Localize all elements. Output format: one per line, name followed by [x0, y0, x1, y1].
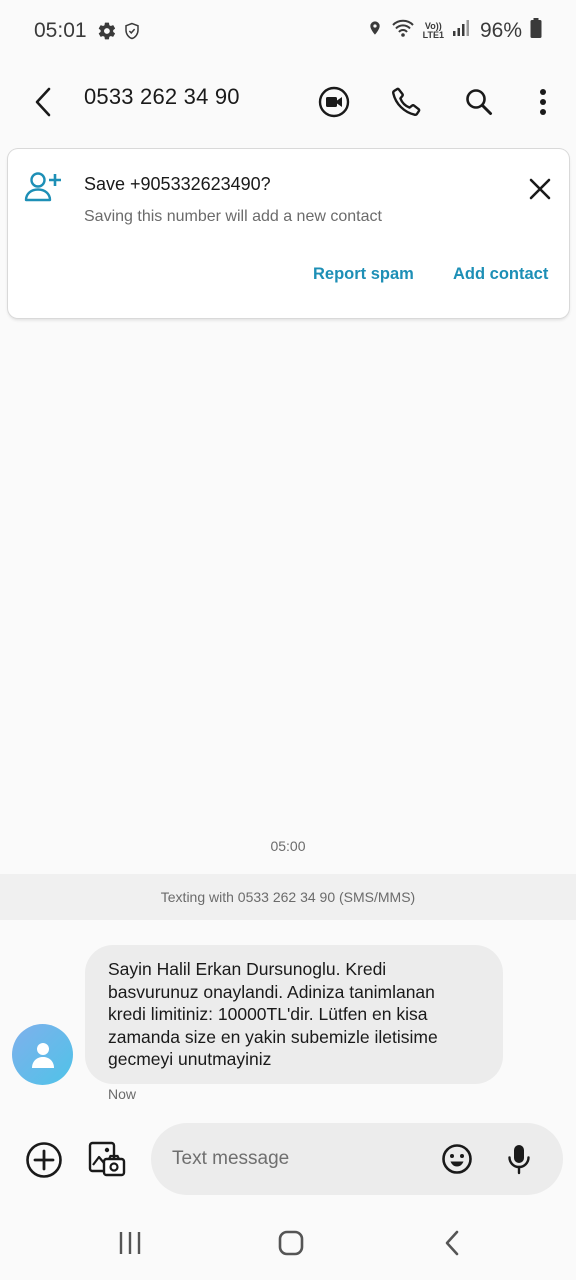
- person-icon: [31, 1042, 54, 1068]
- battery-percent: 96%: [479, 19, 522, 42]
- message-composer: [151, 1123, 563, 1195]
- more-options-button[interactable]: [517, 76, 569, 128]
- emoji-icon: [442, 1144, 472, 1174]
- battery-icon: [530, 18, 542, 44]
- mic-icon: [508, 1145, 530, 1175]
- search-icon: [466, 89, 492, 115]
- report-spam-button[interactable]: Report spam: [313, 265, 414, 284]
- gallery-camera-button[interactable]: [84, 1136, 130, 1182]
- add-contact-button[interactable]: Add contact: [453, 265, 548, 284]
- avatar[interactable]: [12, 1024, 73, 1085]
- message-time: Now: [108, 1086, 137, 1102]
- status-bar: 05:01 Vo)) LTE1 96%: [0, 0, 576, 62]
- add-circle-icon: [26, 1142, 62, 1178]
- close-icon: [529, 178, 551, 200]
- nav-back-icon: [445, 1230, 459, 1256]
- message-line: gecmeyi unutmayiniz: [108, 1049, 272, 1069]
- settings-icon: [97, 21, 117, 41]
- message-line: Sayin Halil Erkan Dursunoglu. Kredi: [108, 959, 387, 979]
- save-contact-card: Save +905332623490? Saving this number w…: [8, 149, 569, 318]
- search-button[interactable]: [453, 76, 505, 128]
- phone-icon: [392, 87, 421, 116]
- save-card-title: Save +905332623490?: [84, 174, 271, 194]
- recent-apps-button[interactable]: [100, 1228, 160, 1258]
- recent-apps-icon: [119, 1232, 141, 1254]
- save-card-subtitle: Saving this number will add a new contac…: [84, 208, 382, 225]
- dismiss-card-button[interactable]: [524, 173, 556, 205]
- volte-lte-icon: Vo)) LTE1: [422, 21, 444, 40]
- voice-input-button[interactable]: [501, 1140, 537, 1178]
- conversation-title: 0533 262 34 90: [84, 84, 240, 109]
- more-vert-icon: [540, 89, 546, 115]
- status-time: 05:01: [34, 19, 87, 42]
- emoji-button[interactable]: [439, 1141, 475, 1177]
- chevron-left-icon: [35, 87, 51, 117]
- message-input[interactable]: [172, 1145, 432, 1173]
- gallery-camera-icon: [88, 1141, 126, 1177]
- texting-with-banner: Texting with 0533 262 34 90 (SMS/MMS): [0, 874, 576, 920]
- message-line: kredi limitiniz: 10000TL'dir. Lütfen en …: [108, 1004, 428, 1024]
- video-call-button[interactable]: [308, 76, 360, 128]
- nav-back-button[interactable]: [422, 1228, 482, 1258]
- message-bubble[interactable]: Sayin Halil Erkan Dursunoglu. Kredi basv…: [85, 945, 503, 1084]
- home-icon: [278, 1230, 304, 1256]
- system-nav-bar: [0, 1206, 576, 1280]
- attach-button[interactable]: [22, 1138, 66, 1182]
- date-stamp: 05:00: [270, 838, 306, 854]
- signal-icon: [452, 19, 470, 43]
- voice-call-button[interactable]: [380, 76, 432, 128]
- video-call-icon: [318, 86, 350, 118]
- back-button[interactable]: [26, 80, 60, 124]
- home-button[interactable]: [261, 1228, 321, 1258]
- message-line: zamanda size en yakin subemizle iletisim…: [108, 1026, 438, 1047]
- shield-check-icon: [123, 21, 141, 41]
- wifi-icon: [391, 18, 415, 44]
- location-icon: [367, 18, 383, 44]
- app-bar: 0533 262 34 90: [0, 62, 576, 142]
- message-line: basvurunuz onaylandi. Adiniza tanimlanan: [108, 981, 435, 1002]
- add-person-icon: [24, 171, 62, 208]
